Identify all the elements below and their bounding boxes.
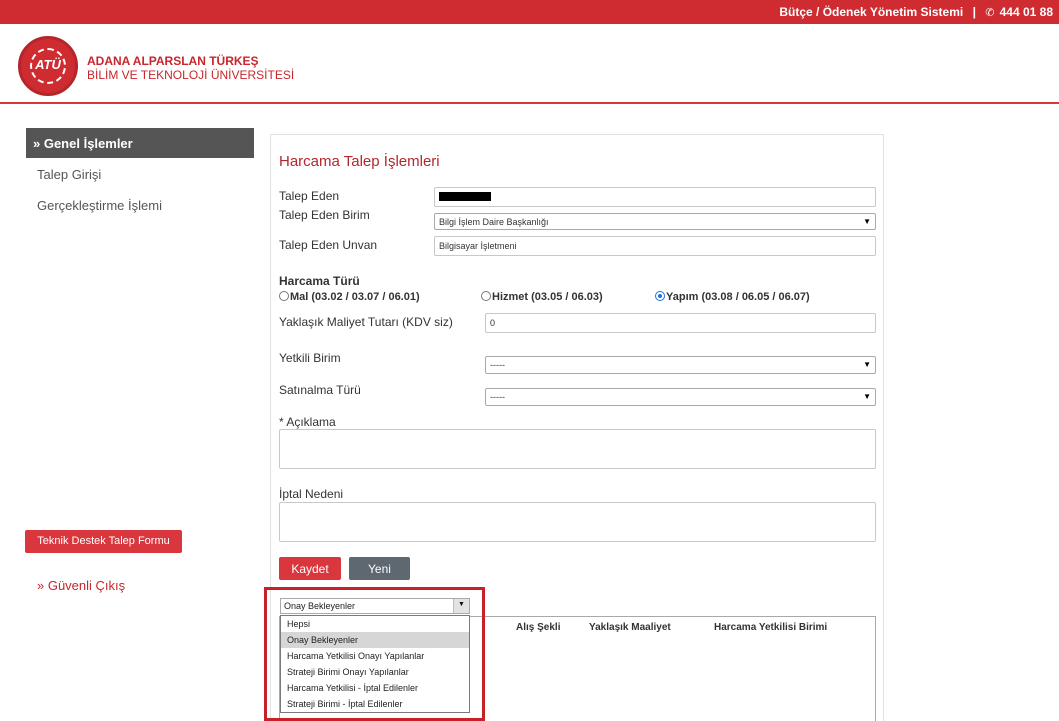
page-title: Harcama Talep İşlemleri [279,153,440,170]
sidebar-section-general[interactable]: » Genel İşlemler [26,128,254,158]
position-label: Talep Eden Unvan [279,238,378,252]
cost-field[interactable]: 0 [485,313,876,333]
requester-field[interactable] [434,187,876,207]
cost-field-value: 0 [490,318,496,328]
university-logo[interactable]: ATÜ [18,36,78,96]
table-header-estimated-cost: Yaklaşık Maaliyet [589,622,671,633]
purchase-type-label: Satınalma Türü [279,383,361,397]
logout-link[interactable]: » Güvenli Çıkış [37,578,125,593]
expense-type-construction-label: Yapım (03.08 / 06.05 / 06.07) [666,291,810,303]
redacted-name [439,192,491,201]
cancel-reason-textarea[interactable] [279,502,876,542]
table-header-authorized-unit: Harcama Yetkilisi Birimi [714,622,828,633]
table-header-purchase-method: Alış Şekli [516,622,561,633]
support-request-button[interactable]: Teknik Destek Talep Formu [25,530,182,553]
expense-type-title: Harcama Türü [279,274,360,288]
university-name[interactable]: ADANA ALPARSLAN TÜRKEŞ BİLİM VE TEKNOLOJ… [87,54,294,82]
position-field-value: Bilgisayar İşletmeni [439,241,517,251]
top-bar-separator: | [972,5,976,19]
university-name-line1: ADANA ALPARSLAN TÜRKEŞ [87,54,259,68]
requester-label: Talep Eden [279,189,340,203]
chevron-down-icon: ▼ [863,360,871,369]
top-bar-info: Bütçe / Ödenek Yönetim Sistemi | ✆ 444 0… [779,5,1053,19]
top-bar: Bütçe / Ödenek Yönetim Sistemi | ✆ 444 0… [0,0,1059,24]
site-header: ATÜ ADANA ALPARSLAN TÜRKEŞ BİLİM VE TEKN… [0,24,1059,104]
chevron-down-icon: ▼ [863,392,871,401]
description-label: * Açıklama [279,415,336,429]
expense-type-service[interactable]: Hizmet (03.05 / 06.03) [481,291,603,303]
authorized-unit-select[interactable]: ----- ▼ [485,356,876,374]
chevron-down-icon: ▼ [863,217,871,226]
system-name: Bütçe / Ödenek Yönetim Sistemi [779,5,964,19]
save-button[interactable]: Kaydet [279,557,341,580]
university-name-line2: BİLİM VE TEKNOLOJİ ÜNİVERSİTESİ [87,68,295,82]
position-field[interactable]: Bilgisayar İşletmeni [434,236,876,256]
highlight-annotation-box [264,587,485,721]
authorized-unit-label: Yetkili Birim [279,351,341,365]
expense-type-service-label: Hizmet (03.05 / 06.03) [492,291,603,303]
sidebar-item-request-entry[interactable]: Talep Girişi [37,167,101,182]
purchase-type-select[interactable]: ----- ▼ [485,388,876,406]
cancel-reason-label: İptal Nedeni [279,487,344,501]
phone-icon: ✆ [985,7,995,19]
description-textarea[interactable] [279,429,876,469]
expense-type-goods[interactable]: Mal (03.02 / 03.07 / 06.01) [279,291,420,303]
authorized-unit-value: ----- [490,360,505,370]
unit-select-value: Bilgi İşlem Daire Başkanlığı [439,217,549,227]
radio-goods[interactable] [279,291,289,301]
logo-text: ATÜ [35,57,61,72]
phone-number: 444 01 88 [999,5,1053,19]
expense-type-goods-label: Mal (03.02 / 03.07 / 06.01) [290,291,420,303]
unit-label: Talep Eden Birim [279,208,370,222]
purchase-type-value: ----- [490,392,505,402]
radio-service[interactable] [481,291,491,301]
unit-select[interactable]: Bilgi İşlem Daire Başkanlığı ▼ [434,213,876,230]
cost-label: Yaklaşık Maliyet Tutarı (KDV siz) [279,315,453,329]
expense-type-construction[interactable]: Yapım (03.08 / 06.05 / 06.07) [655,291,810,303]
new-button[interactable]: Yeni [349,557,410,580]
sidebar-item-realization[interactable]: Gerçekleştirme İşlemi [37,198,162,213]
radio-construction[interactable] [655,291,665,301]
